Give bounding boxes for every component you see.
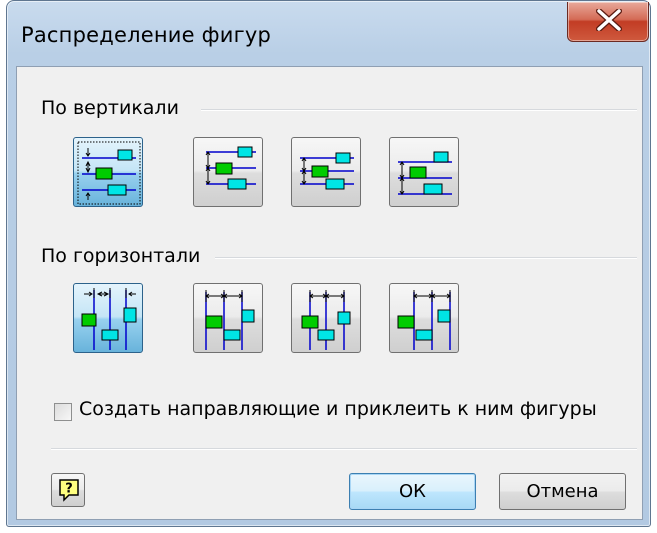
- help-button[interactable]: ?: [51, 473, 85, 507]
- help-question-icon: ?: [59, 479, 79, 502]
- vertical-distribute-option-4[interactable]: [389, 137, 459, 207]
- distribute-horizontal-left-icon: [205, 290, 255, 350]
- distribute-vertical-center-icon: [300, 152, 354, 190]
- distribute-horizontal-right-icon: [397, 290, 451, 350]
- vertical-distribute-option-1[interactable]: [73, 137, 143, 207]
- horizontal-group-divider: [215, 257, 637, 259]
- vertical-group-divider: [201, 109, 637, 111]
- distribute-vertical-spacing-icon: [77, 141, 141, 205]
- horizontal-group-label: По горизонтали: [41, 245, 201, 267]
- footer-separator: [51, 448, 637, 450]
- horizontal-distribute-option-3[interactable]: [291, 283, 361, 353]
- horizontal-distribute-option-4[interactable]: [389, 283, 459, 353]
- vertical-distribute-option-2[interactable]: [193, 137, 263, 207]
- close-x-icon: [596, 9, 622, 31]
- distribute-horizontal-spacing-icon: [81, 288, 137, 350]
- create-guides-label[interactable]: Создать направляющие и приклеить к ним ф…: [79, 398, 597, 420]
- create-guides-checkbox[interactable]: [54, 403, 72, 421]
- dialog-window: Распределение фигур По вертикали По гори…: [6, 0, 651, 527]
- dialog-title: Распределение фигур: [21, 23, 272, 47]
- close-button[interactable]: [567, 2, 649, 42]
- title-bar[interactable]: Распределение фигур: [7, 1, 650, 67]
- svg-text:?: ?: [65, 482, 73, 497]
- vertical-group-label: По вертикали: [41, 97, 179, 119]
- ok-button[interactable]: ОК: [349, 473, 476, 510]
- distribute-vertical-top-icon: [205, 146, 256, 190]
- distribute-vertical-bottom-icon: [398, 151, 452, 195]
- horizontal-distribute-option-2[interactable]: [193, 283, 263, 353]
- cancel-button[interactable]: Отмена: [499, 473, 626, 510]
- horizontal-distribute-option-1[interactable]: [73, 283, 143, 353]
- dialog-content: По вертикали По горизонтали Создать напр…: [16, 66, 643, 520]
- vertical-distribute-option-3[interactable]: [291, 137, 361, 207]
- distribute-horizontal-center-icon: [301, 290, 351, 350]
